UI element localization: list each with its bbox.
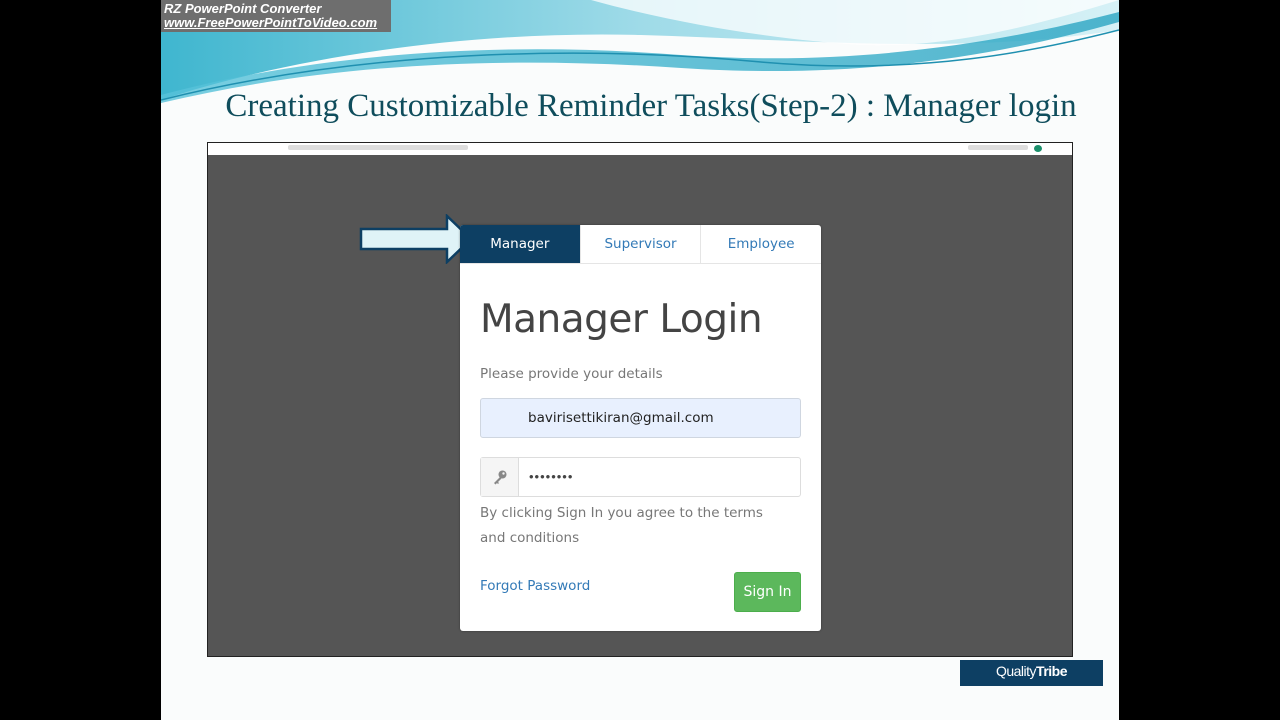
watermark-line2: www.FreePowerPointToVideo.com — [164, 15, 378, 30]
tab-supervisor[interactable]: Supervisor — [579, 225, 701, 263]
terms-text: By clicking Sign In you agree to the ter… — [480, 505, 763, 546]
tab-employee[interactable]: Employee — [700, 225, 821, 263]
email-field[interactable]: bavirisettikiran@gmail.com — [480, 398, 801, 438]
tab-manager[interactable]: Manager — [460, 225, 580, 263]
password-field[interactable]: •••••••• — [480, 457, 801, 497]
forgot-password-link[interactable]: Forgot Password — [480, 578, 590, 594]
login-subtitle: Please provide your details — [480, 366, 663, 382]
slide-title: Creating Customizable Reminder Tasks(Ste… — [225, 88, 1077, 124]
browser-screenshot: Manager Supervisor Employee Manager Logi… — [207, 142, 1073, 657]
sign-in-button[interactable]: Sign In — [734, 572, 801, 612]
converter-watermark: RZ PowerPoint Converter www.FreePowerPoi… — [161, 0, 391, 32]
qualitytribe-logo: QualityTribe — [960, 660, 1103, 686]
arrow-right-icon — [359, 214, 473, 264]
browser-toolbar-strip — [208, 143, 1072, 155]
logo-name-part1: Quality — [995, 663, 1037, 679]
login-card: Manager Supervisor Employee Manager Logi… — [460, 225, 821, 631]
password-value: •••••••• — [529, 469, 574, 484]
login-tabs: Manager Supervisor Employee — [460, 225, 821, 264]
logo-name-part2: Tribe — [1036, 663, 1068, 679]
watermark-line1: RZ PowerPoint Converter — [164, 1, 322, 16]
login-title: Manager Login — [480, 297, 763, 342]
key-icon — [481, 458, 519, 496]
slide: Creating Customizable Reminder Tasks(Ste… — [161, 0, 1119, 720]
